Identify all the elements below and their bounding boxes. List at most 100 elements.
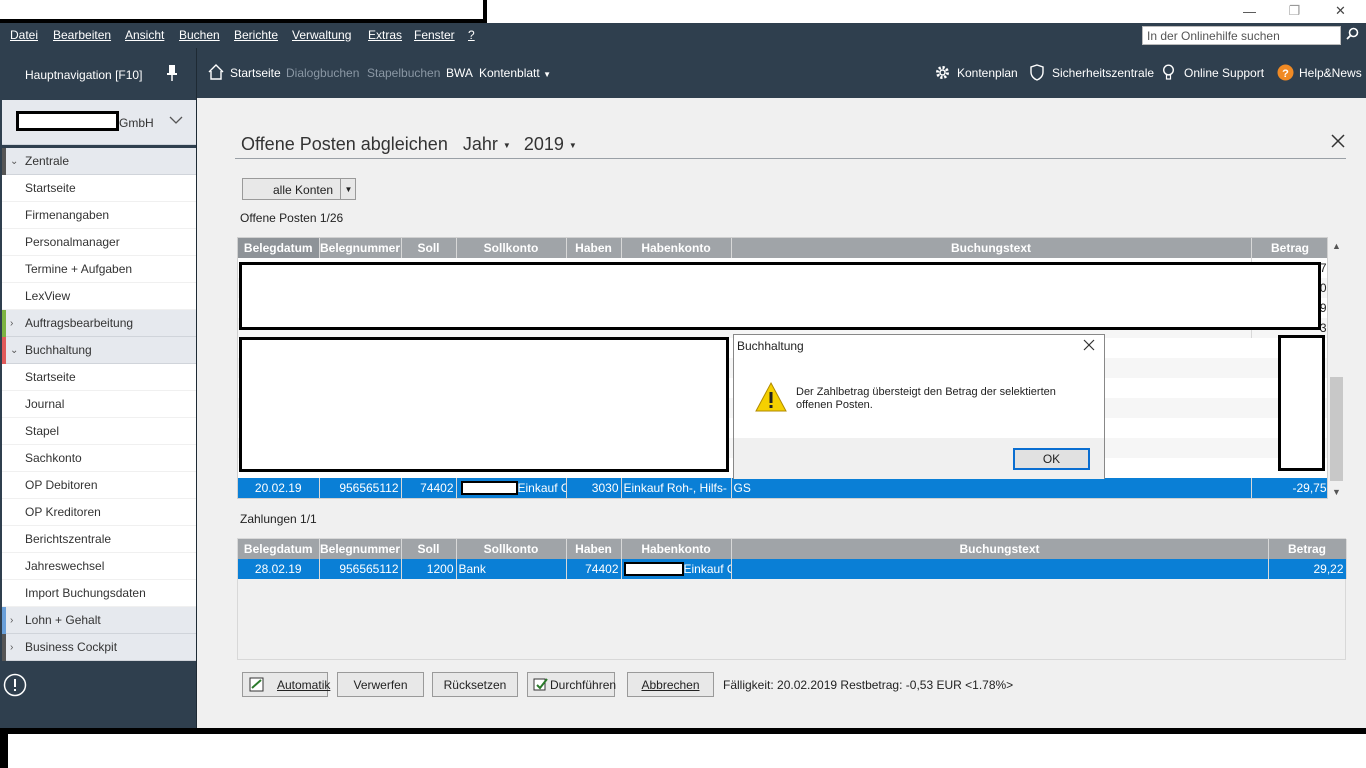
col-soll[interactable]: Soll	[401, 238, 457, 258]
col-belegnummer[interactable]: Belegnummer	[319, 539, 402, 559]
scroll-down-icon[interactable]: ▼	[1332, 487, 1341, 497]
alert-icon[interactable]	[0, 665, 30, 705]
close-icon[interactable]	[1083, 339, 1095, 354]
chevron-down-icon: ⌄	[10, 156, 19, 167]
col-belegdatum[interactable]: Belegdatum	[238, 539, 320, 559]
menu-berichte[interactable]: Berichte	[234, 28, 278, 42]
sidebar-item-op-debitoren[interactable]: OP Debitoren	[2, 472, 196, 499]
sidebar-item-personalmanager[interactable]: Personalmanager	[2, 229, 196, 256]
period-selector[interactable]: Jahr ▼	[463, 134, 511, 154]
scrollbar-thumb[interactable]	[1330, 377, 1343, 481]
lightbulb-icon	[1162, 64, 1175, 84]
sidebar-item-op-kreditoren[interactable]: OP Kreditoren	[2, 499, 196, 526]
automatik-button[interactable]: Automatik	[242, 672, 331, 697]
sidebar-item-label: Buchhaltung	[25, 343, 92, 357]
sidebar-header: Hauptnavigation [F10]	[0, 48, 197, 98]
close-window-button[interactable]: ✕	[1318, 0, 1363, 22]
col-betrag[interactable]: Betrag	[1268, 539, 1347, 559]
restore-button[interactable]: ❐	[1272, 0, 1317, 22]
verwerfen-button[interactable]: Verwerfen	[337, 672, 424, 697]
col-habenkonto[interactable]: Habenkonto	[621, 238, 732, 258]
sidebar-item-startseite[interactable]: Startseite	[2, 364, 196, 391]
sidebar-item-jahreswechsel[interactable]: Jahreswechsel	[2, 553, 196, 580]
cell-habenkonto: Einkauf Roh-, Hilfs- ur	[621, 478, 732, 498]
group-color-bar	[2, 607, 6, 634]
nav-kontenblatt[interactable]: Kontenblatt ▼	[479, 66, 551, 80]
menu-extras[interactable]: Extras	[368, 28, 402, 42]
table-row-selected[interactable]: 20.02.19 956565112 74402 Einkauf O 3030 …	[238, 478, 1327, 498]
caret-down-icon: ▼	[502, 140, 511, 150]
sidebar-group-auftragsbearbeitung[interactable]: › Auftragsbearbeitung	[2, 310, 196, 337]
ok-button[interactable]: OK	[1013, 448, 1090, 470]
cell-number: 956565112	[319, 559, 402, 579]
abbrechen-button[interactable]: Abbrechen	[627, 672, 714, 697]
sollkonto-text: Einkauf O	[517, 480, 566, 495]
op-caption: Offene Posten 1/26	[240, 211, 344, 225]
sidebar-item-berichtszentrale[interactable]: Berichtszentrale	[2, 526, 196, 553]
sidebar-item-sachkonto[interactable]: Sachkonto	[2, 445, 196, 472]
sidebar-item-lexview[interactable]: LexView	[2, 283, 196, 310]
sidebar-item-journal[interactable]: Journal	[2, 391, 196, 418]
nav-kontenplan[interactable]: Kontenplan	[957, 66, 1018, 80]
op-table-scrollbar[interactable]: ▲ ▼	[1328, 237, 1345, 499]
col-sollkonto[interactable]: Sollkonto	[456, 238, 567, 258]
redacted-block	[1278, 335, 1325, 471]
payments-table: Belegdatum Belegnummer Soll Sollkonto Ha…	[238, 539, 1347, 579]
sidebar-item-import-buchungsdaten[interactable]: Import Buchungsdaten	[2, 580, 196, 607]
menu-datei[interactable]: Datei	[10, 28, 38, 42]
nav-stapelbuchen: Stapelbuchen	[367, 66, 441, 80]
title-divider	[235, 158, 1346, 159]
search-icon[interactable]	[1346, 27, 1359, 43]
sidebar-item-termine-aufgaben[interactable]: Termine + Aufgaben	[2, 256, 196, 283]
col-habenkonto[interactable]: Habenkonto	[621, 539, 732, 559]
col-haben[interactable]: Haben	[566, 539, 622, 559]
ruecksetzen-button[interactable]: Rücksetzen	[432, 672, 518, 697]
help-search-input[interactable]: In der Onlinehilfe suchen	[1142, 26, 1341, 45]
nav-help-news[interactable]: Help&News	[1299, 66, 1362, 80]
menu-bearbeiten[interactable]: Bearbeiten	[53, 28, 111, 42]
automatik-label: Automatik	[277, 678, 331, 692]
menu-help[interactable]: ?	[468, 28, 475, 42]
sidebar-item-firmenangaben[interactable]: Firmenangaben	[2, 202, 196, 229]
sidebar-group-lohn-gehalt[interactable]: › Lohn + Gehalt	[2, 607, 196, 634]
col-betrag[interactable]: Betrag	[1251, 238, 1327, 258]
sidebar-group-zentrale[interactable]: ⌄ Zentrale	[2, 148, 196, 175]
sidebar-item-startseite[interactable]: Startseite	[2, 175, 196, 202]
col-buchungstext[interactable]: Buchungstext	[731, 238, 1252, 258]
home-icon[interactable]	[208, 64, 224, 83]
cell-text	[731, 559, 1269, 579]
nav-online-support[interactable]: Online Support	[1184, 66, 1264, 80]
ruecksetzen-label: Rücksetzen	[443, 677, 507, 692]
redacted-company-name	[16, 111, 119, 131]
col-belegdatum[interactable]: Belegdatum	[238, 238, 320, 258]
minimize-button[interactable]: —	[1227, 0, 1272, 22]
sidebar-item-label: Personalmanager	[25, 235, 120, 249]
menu-buchen[interactable]: Buchen	[179, 28, 220, 42]
col-sollkonto[interactable]: Sollkonto	[456, 539, 567, 559]
dialog-footer: OK	[734, 438, 1104, 479]
year-selector[interactable]: 2019 ▼	[524, 134, 577, 154]
sidebar-group-business-cockpit[interactable]: › Business Cockpit	[2, 634, 196, 661]
company-selector[interactable]: GmbH	[2, 100, 196, 145]
scroll-up-icon[interactable]: ▲	[1332, 241, 1341, 251]
nav-sicherheitszentrale[interactable]: Sicherheitszentrale	[1052, 66, 1154, 80]
nav-startseite[interactable]: Startseite	[230, 66, 281, 80]
nav-bwa[interactable]: BWA	[446, 66, 473, 80]
menu-ansicht[interactable]: Ansicht	[125, 28, 164, 42]
table-row-selected[interactable]: 28.02.19 956565112 1200 Bank 74402 Einka…	[238, 559, 1347, 579]
durchfuehren-button[interactable]: Durchführen	[527, 672, 616, 697]
menu-verwaltung[interactable]: Verwaltung	[292, 28, 351, 42]
close-icon[interactable]	[1331, 132, 1345, 153]
col-buchungstext[interactable]: Buchungstext	[731, 539, 1269, 559]
sidebar-item-stapel[interactable]: Stapel	[2, 418, 196, 445]
col-haben[interactable]: Haben	[566, 238, 622, 258]
chevron-right-icon: ›	[10, 642, 14, 653]
menu-fenster[interactable]: Fenster	[414, 28, 455, 42]
pin-icon[interactable]	[166, 64, 178, 85]
sidebar-group-buchhaltung[interactable]: ⌄ Buchhaltung	[2, 337, 196, 364]
redacted-block	[239, 262, 1321, 330]
account-filter-dropdown[interactable]: alle Konten ▼	[242, 178, 356, 200]
col-soll[interactable]: Soll	[401, 539, 457, 559]
group-color-bar	[2, 634, 6, 661]
col-belegnummer[interactable]: Belegnummer	[319, 238, 402, 258]
